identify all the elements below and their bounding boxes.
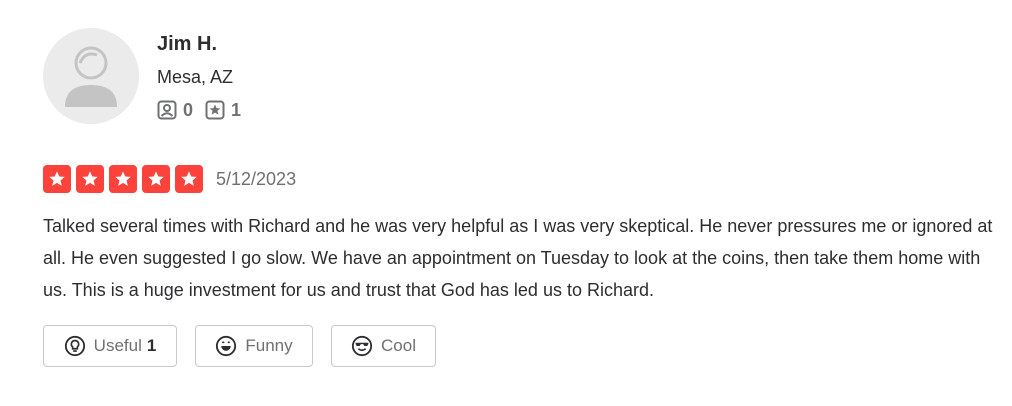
friends-stat: 0 <box>157 100 193 120</box>
reviews-stat: 1 <box>205 100 241 120</box>
review-icon <box>205 100 225 120</box>
review-text: Talked several times with Richard and he… <box>43 216 993 300</box>
lightbulb-icon <box>64 335 85 357</box>
star-rating <box>43 165 208 193</box>
friends-icon <box>157 100 177 120</box>
star-icon <box>49 171 65 186</box>
star-5 <box>175 165 203 193</box>
star-1 <box>43 165 71 193</box>
star-icon <box>181 171 197 186</box>
useful-label: Useful <box>93 336 142 355</box>
review-card: Jim H. Mesa, AZ 0 1 5/12/2023 Talked sev… <box>43 28 998 367</box>
user-location: Mesa, AZ <box>157 67 234 87</box>
cool-face-icon <box>351 335 373 357</box>
funny-label: Funny <box>245 336 293 355</box>
friends-count: 0 <box>183 100 194 120</box>
review-date: 5/12/2023 <box>216 168 297 189</box>
user-passport: Jim H. Mesa, AZ 0 1 <box>43 28 998 124</box>
funny-button[interactable]: Funny <box>195 325 313 367</box>
star-icon <box>82 171 98 186</box>
star-4 <box>142 165 170 193</box>
avatar[interactable] <box>43 28 139 124</box>
star-3 <box>109 165 137 193</box>
rating-row: 5/12/2023 <box>43 165 998 193</box>
reviews-count: 1 <box>231 100 242 120</box>
star-icon <box>148 171 164 186</box>
user-stats: 0 1 <box>157 100 253 120</box>
user-name[interactable]: Jim H. <box>157 32 253 56</box>
cool-button[interactable]: Cool <box>331 325 436 367</box>
cool-label: Cool <box>381 336 416 355</box>
star-icon <box>115 171 131 186</box>
useful-count: 1 <box>146 336 157 355</box>
funny-face-icon <box>216 335 237 357</box>
useful-button[interactable]: Useful 1 <box>43 325 177 367</box>
default-avatar-icon <box>65 46 117 107</box>
reaction-buttons: Useful 1 Funny Cool <box>43 325 998 367</box>
star-2 <box>76 165 104 193</box>
